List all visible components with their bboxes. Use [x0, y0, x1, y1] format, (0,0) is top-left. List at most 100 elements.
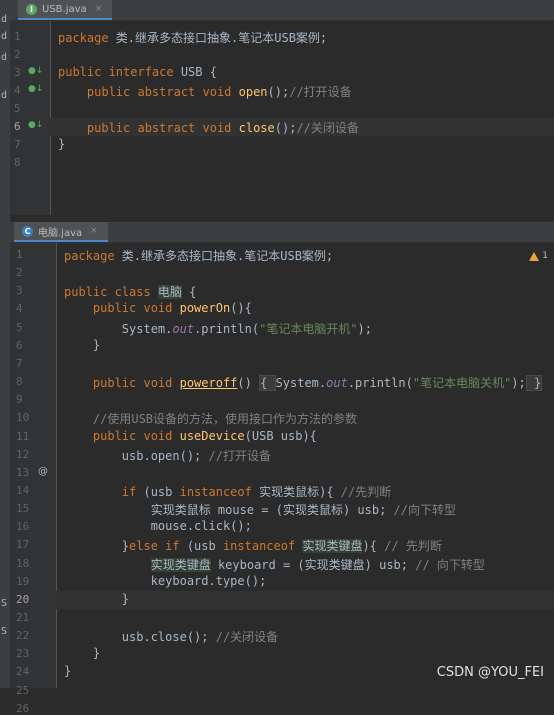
code-line: }	[58, 137, 65, 151]
code-line: keyboard.type();	[64, 573, 267, 588]
code-token: {	[181, 285, 197, 300]
code-token: .println(	[194, 321, 260, 336]
close-icon[interactable]: ×	[95, 4, 103, 14]
implemented-icon[interactable]: ●↓	[28, 84, 43, 94]
code-line: }	[64, 338, 100, 352]
tab-computer-java[interactable]: C 电脑.java ×	[14, 222, 108, 242]
code-line: mouse.click();	[64, 519, 252, 533]
tab-label: USB.java	[42, 3, 87, 15]
code-token: public abstract void	[86, 85, 239, 99]
line-number: 16	[16, 520, 30, 534]
project-tree-fragment[interactable]: S	[1, 626, 7, 637]
code-token: mouse.click();	[64, 519, 252, 534]
code-area[interactable]: package 类.继承多态接口抽象.笔记本USB案例; public class…	[56, 243, 554, 688]
code-token: (usb	[186, 539, 223, 554]
code-line: public void powerOn(){	[64, 301, 252, 315]
watermark: CSDN @YOU_FEI	[436, 665, 544, 680]
project-tree-fragment[interactable]: S	[1, 598, 7, 609]
code-token: }	[64, 337, 101, 352]
line-number: 9	[16, 393, 23, 407]
code-token: open	[238, 85, 268, 99]
line-number: 4	[16, 302, 23, 316]
line-number: 22	[16, 629, 30, 643]
code-token: System.	[64, 321, 173, 336]
line-number: 21	[16, 611, 30, 624]
line-number: 25	[16, 683, 30, 697]
class-icon: C	[22, 225, 33, 237]
line-number: 20	[16, 592, 30, 606]
project-tree-fragment[interactable]: d	[1, 31, 7, 42]
line-number: 8	[14, 156, 21, 169]
code-token: }	[64, 646, 101, 661]
project-tree-fragment[interactable]: d	[1, 90, 7, 101]
code-token: public void	[92, 301, 180, 316]
implemented-icon[interactable]: ●↓	[28, 120, 43, 130]
project-tree-fragment[interactable]: d	[1, 52, 7, 63]
code-area[interactable]: package 类.继承多态接口抽象.笔记本USB案例; public inter…	[50, 21, 554, 215]
code-token: "笔记本电脑关机"	[412, 376, 512, 391]
tab-usb-java[interactable]: I USB.java ×	[18, 0, 113, 20]
close-icon[interactable]: ×	[90, 226, 98, 236]
line-number: 17	[16, 538, 30, 552]
code-token: USB {	[180, 65, 217, 79]
code-token: //打开设备	[289, 85, 352, 99]
usb-editor-pane: I USB.java × 1 2 3 4 5 6 7 8 ●↓ ●↓ ●↓ package 类.继承…	[10, 0, 554, 215]
usb-editor-tabbar: I USB.java ×	[10, 0, 554, 21]
code-token: usb.close();	[64, 630, 216, 645]
code-line: package 类.继承多态接口抽象.笔记本USB案例;	[64, 247, 333, 264]
code-line: public abstract void open();//打开设备	[58, 83, 352, 100]
code-token: keyboard = (实现类键盘) usb;	[210, 557, 416, 572]
code-line: 实现类键盘 keyboard = (实现类键盘) usb; // 向下转型	[64, 556, 485, 573]
line-number: 3	[16, 284, 23, 298]
code-token: }	[58, 137, 66, 151]
code-token: if	[121, 484, 144, 499]
override-annotation-icon[interactable]: @	[38, 466, 48, 477]
code-line: public void useDevice(USB usb){	[64, 429, 317, 443]
code-token: useDevice	[179, 428, 245, 443]
line-number: 15	[16, 502, 30, 516]
tab-label: 电脑.java	[38, 227, 83, 239]
implemented-icon[interactable]: ●↓	[28, 66, 43, 76]
code-token: }	[64, 591, 130, 606]
inspection-warning-indicator[interactable]: 1	[529, 251, 548, 261]
code-token: public class	[64, 285, 158, 300]
line-number-gutter: 1 2 3 4 5 6 7 8 9 10 11 12 13 14 15 16 17 18 19 20 21 22 23 24 2…	[10, 243, 57, 715]
code-token: ();	[267, 85, 290, 99]
code-token: usb.open();	[64, 448, 209, 463]
code-token: keyboard.type();	[64, 573, 267, 588]
code-token: powerOn	[179, 301, 231, 316]
line-number: 1	[14, 30, 21, 43]
code-line: System.out.println("笔记本电脑开机");	[64, 320, 372, 337]
code-token: }	[64, 664, 72, 679]
code-token: ();	[274, 121, 297, 135]
code-token: //先判断	[340, 484, 392, 499]
code-token: //向下转型	[393, 503, 456, 518]
code-token: instanceof	[222, 539, 303, 554]
code-line: }	[64, 592, 129, 606]
code-token: poweroff	[179, 376, 238, 391]
project-tree-fragment[interactable]: d	[1, 14, 7, 25]
line-number: 26	[16, 701, 30, 715]
code-token: {	[259, 375, 276, 392]
warning-count: 1	[542, 251, 548, 261]
line-number-gutter: 1 2 3 4 5 6 7 8 ●↓ ●↓ ●↓	[10, 21, 51, 215]
interface-icon: I	[26, 3, 37, 15]
line-number: 18	[16, 556, 30, 570]
code-line: if (usb instanceof 实现类鼠标){ //先判断	[64, 483, 391, 500]
code-token: out	[172, 321, 195, 336]
line-number: 23	[16, 647, 30, 661]
code-token: package	[64, 249, 122, 263]
code-token: public abstract void	[86, 121, 239, 135]
code-token: public void	[92, 428, 180, 443]
code-token: 实现类键盘	[150, 557, 211, 572]
code-token: out	[326, 376, 348, 391]
code-token: close	[238, 121, 275, 135]
code-token: 类.继承多态接口抽象.笔记本USB案例;	[121, 249, 334, 263]
current-line-highlight	[56, 590, 554, 609]
code-token: (usb	[143, 484, 180, 499]
code-token: );	[357, 321, 372, 336]
code-token: public void	[92, 376, 180, 391]
